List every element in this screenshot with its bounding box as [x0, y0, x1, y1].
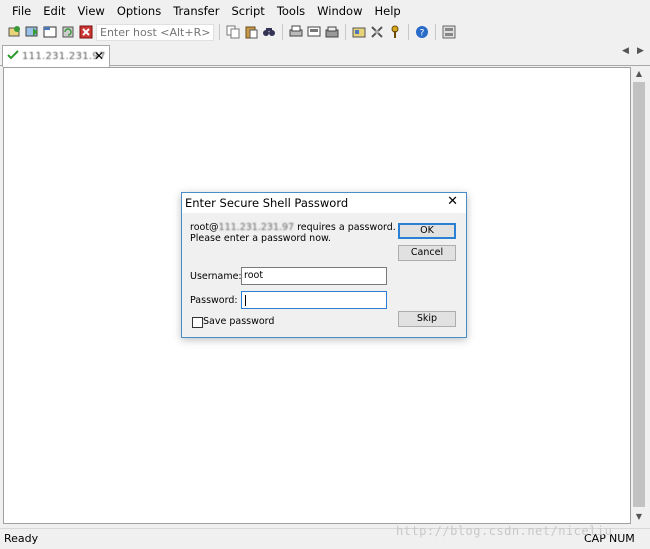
- cancel-button[interactable]: Cancel: [398, 245, 456, 261]
- menu-window[interactable]: Window: [311, 0, 368, 22]
- watermark: http://blog.csdn.net/niceliu: [396, 524, 613, 538]
- password-label: Password:: [190, 295, 238, 306]
- disconnect-icon[interactable]: [78, 24, 94, 40]
- message-host: 111.231.231.97: [218, 222, 295, 233]
- host-input[interactable]: [96, 23, 214, 41]
- scroll-down-icon[interactable]: ▼: [631, 510, 647, 524]
- print-icon[interactable]: [288, 24, 304, 40]
- menu-transfer[interactable]: Transfer: [167, 0, 225, 22]
- dialog-message: root@111.231.231.97 requires a password.…: [190, 222, 396, 244]
- menu-file[interactable]: File: [6, 0, 37, 22]
- help-icon[interactable]: ?: [414, 24, 430, 40]
- ok-button[interactable]: OK: [398, 223, 456, 239]
- sftp-icon[interactable]: [441, 24, 457, 40]
- terminal-scrollbar[interactable]: ▲ ▼: [631, 67, 647, 524]
- quick-connect-icon[interactable]: [24, 24, 40, 40]
- print-screen-icon[interactable]: [306, 24, 322, 40]
- message-user: root@: [190, 222, 219, 233]
- connect-in-tab-icon[interactable]: [42, 24, 58, 40]
- tab-scroll-right-icon[interactable]: ▶: [637, 46, 644, 56]
- connect-icon[interactable]: [6, 24, 22, 40]
- menu-bar: File Edit View Options Transfer Script T…: [0, 0, 650, 22]
- save-password-checkbox[interactable]: [192, 317, 203, 328]
- toolbar: ?: [0, 22, 650, 42]
- skip-button[interactable]: Skip: [398, 311, 456, 327]
- paste-icon[interactable]: [243, 24, 259, 40]
- print-setup-icon[interactable]: [324, 24, 340, 40]
- message-line2: Please enter a password now.: [190, 233, 331, 244]
- toolbar-separator: [282, 24, 283, 40]
- toolbar-separator: [345, 24, 346, 40]
- text-caret: [245, 295, 246, 306]
- toolbar-separator: [219, 24, 220, 40]
- status-num: NUM: [609, 532, 635, 545]
- copy-icon[interactable]: [225, 24, 241, 40]
- tab-scroll-left-icon[interactable]: ◀: [622, 46, 629, 56]
- dialog-titlebar: Enter Secure Shell Password ✕: [182, 193, 466, 213]
- svg-text:?: ?: [420, 29, 425, 39]
- status-text: Ready: [4, 532, 39, 545]
- keymap-icon[interactable]: [387, 24, 403, 40]
- dialog-title: Enter Secure Shell Password: [185, 196, 349, 210]
- password-input[interactable]: [241, 291, 387, 309]
- session-options-icon[interactable]: [351, 24, 367, 40]
- toolbar-separator: [408, 24, 409, 40]
- tab-strip: 111.231.231.97 ✕ ◀ ▶: [0, 43, 650, 67]
- menu-script[interactable]: Script: [225, 0, 270, 22]
- username-label: Username:: [190, 271, 242, 282]
- menu-help[interactable]: Help: [369, 0, 407, 22]
- scroll-thumb[interactable]: [633, 82, 645, 507]
- message-suffix: requires a password.: [294, 222, 396, 233]
- menu-view[interactable]: View: [72, 0, 111, 22]
- global-options-icon[interactable]: [369, 24, 385, 40]
- session-tab[interactable]: 111.231.231.97 ✕: [2, 45, 110, 67]
- username-input[interactable]: root: [241, 267, 387, 285]
- toolbar-separator: [435, 24, 436, 40]
- find-icon[interactable]: [261, 24, 277, 40]
- menu-edit[interactable]: Edit: [37, 0, 71, 22]
- dialog-close-icon[interactable]: ✕: [447, 194, 458, 210]
- password-dialog: Enter Secure Shell Password ✕ root@111.2…: [181, 192, 467, 338]
- scroll-up-icon[interactable]: ▲: [631, 67, 647, 81]
- reconnect-icon[interactable]: [60, 24, 76, 40]
- check-icon: [7, 50, 19, 63]
- menu-options[interactable]: Options: [111, 0, 167, 22]
- menu-tools[interactable]: Tools: [271, 0, 311, 22]
- save-password-label: Save password: [203, 316, 275, 327]
- tab-close-icon[interactable]: ✕: [94, 49, 104, 63]
